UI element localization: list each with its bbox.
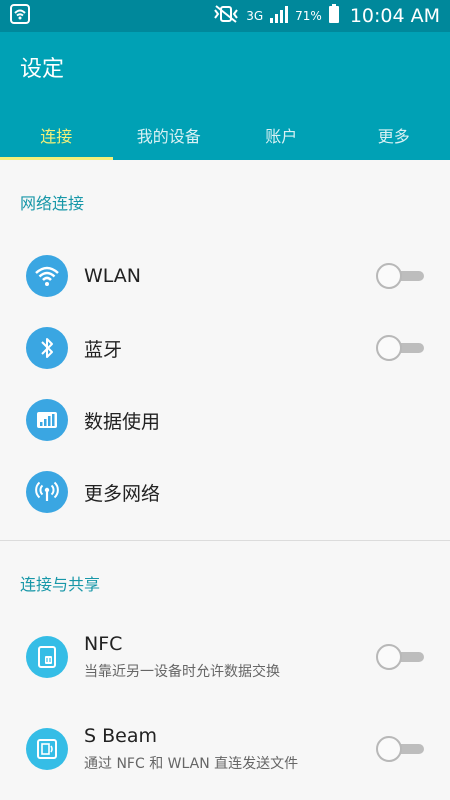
list-item-text: S Beam 通过 NFC 和 WLAN 直连发送文件 [84,725,298,773]
list-item-subtitle: 当靠近另一设备时允许数据交换 [84,664,280,680]
page-title: 设定 [20,57,65,82]
toggle-knob [376,335,402,361]
nfc-toggle[interactable] [376,644,424,670]
sbeam-icon [26,728,68,770]
list-item-text: 蓝牙 [84,335,122,362]
tab-connections[interactable]: 连接 [0,110,113,160]
app-bar: 设定 连接 我的设备 账户 更多 [0,32,450,160]
status-bar: 3G 71% 10:04 AM [0,0,450,32]
toggle-knob [376,644,402,670]
settings-list: 网络连接 WLAN 蓝牙 数据使用 更多网络 连接与共享 NFC 当靠近另一设备… [0,160,450,795]
list-item-data-usage[interactable]: 数据使用 [0,384,450,456]
network-type: 3G [246,9,264,23]
clock: 10:04 AM [349,5,440,27]
list-item-more-networks[interactable]: 更多网络 [0,456,450,528]
bluetooth-icon [26,327,68,369]
list-item-text: 更多网络 [84,479,160,506]
tab-accounts[interactable]: 账户 [225,110,338,160]
signal-icon [269,5,289,27]
toggle-knob [376,736,402,762]
list-item-title: 数据使用 [84,410,161,433]
list-item-text: 数据使用 [84,407,160,434]
tab-my-device[interactable]: 我的设备 [113,110,226,160]
nfc-icon [26,636,68,678]
list-item-title: 蓝牙 [84,338,123,361]
list-item-text: NFC 当靠近另一设备时允许数据交换 [84,633,280,681]
list-item-nfc[interactable]: NFC 当靠近另一设备时允许数据交换 [0,611,450,703]
sbeam-toggle[interactable] [376,736,424,762]
section-header-sharing: 连接与共享 [20,575,101,594]
toggle-knob [376,263,402,289]
list-item-title: S Beam [84,725,157,747]
wlan-toggle[interactable] [376,263,424,289]
list-item-bluetooth[interactable]: 蓝牙 [0,312,450,384]
battery-percent: 71% [295,9,322,23]
data-usage-icon [26,399,68,441]
bluetooth-toggle[interactable] [376,335,424,361]
list-item-title: NFC [84,633,123,655]
battery-icon [328,4,340,28]
list-item-title: 更多网络 [84,482,161,505]
list-item-text: WLAN [84,265,141,287]
list-item-wlan[interactable]: WLAN [0,240,450,312]
vibrate-mute-icon [212,4,240,28]
notification-icon [10,4,30,28]
more-networks-icon [26,471,68,513]
list-item-sbeam[interactable]: S Beam 通过 NFC 和 WLAN 直连发送文件 [0,703,450,795]
tab-bar: 连接 我的设备 账户 更多 [0,110,450,160]
wifi-icon [26,255,68,297]
list-item-subtitle: 通过 NFC 和 WLAN 直连发送文件 [84,756,299,772]
list-item-title: WLAN [84,265,142,287]
section-header-network: 网络连接 [20,194,85,213]
tab-more[interactable]: 更多 [338,110,450,160]
